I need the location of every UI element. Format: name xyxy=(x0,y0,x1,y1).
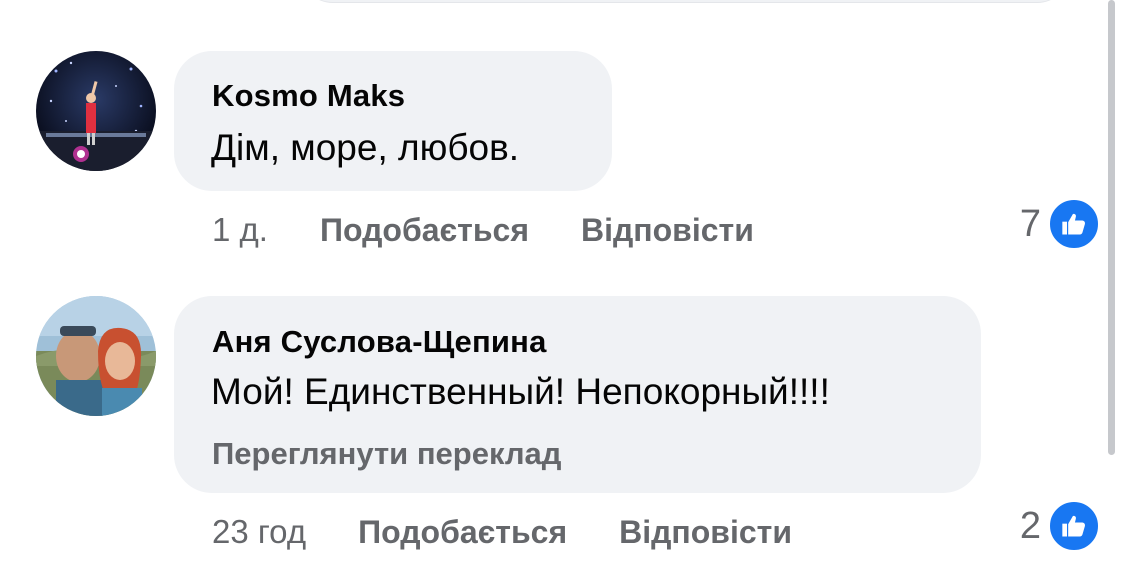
reaction-count: 2 xyxy=(1019,504,1041,547)
comment-text: Мой! Единственный! Непокорный!!!! xyxy=(211,371,830,412)
scrollbar[interactable] xyxy=(1108,0,1115,455)
comment-actions: 23 год Подобається Відповісти xyxy=(212,512,844,552)
comments-screen: Kosmo Maks Дім, море, любов. 1 д. Подоба… xyxy=(0,0,1125,581)
see-translation-link[interactable]: Переглянути переклад xyxy=(212,436,561,472)
like-thumb-icon xyxy=(1047,197,1101,251)
comment-actions: 1 д. Подобається Відповісти xyxy=(212,210,806,250)
reaction-summary[interactable]: 7 xyxy=(1019,197,1101,251)
reply-button[interactable]: Відповісти xyxy=(581,212,754,249)
reply-button[interactable]: Відповісти xyxy=(619,514,792,551)
previous-comment-bubble-edge xyxy=(300,0,1070,3)
reaction-count: 7 xyxy=(1019,202,1041,245)
comment-time[interactable]: 1 д. xyxy=(212,211,268,249)
comment-bubble: Kosmo Maks Дім, море, любов. xyxy=(174,51,612,191)
comment-author[interactable]: Аня Суслова-Щепина xyxy=(212,324,547,360)
like-thumb-icon xyxy=(1047,499,1101,553)
like-button[interactable]: Подобається xyxy=(358,514,567,551)
avatar[interactable] xyxy=(36,296,156,416)
comment-time[interactable]: 23 год xyxy=(212,513,306,551)
reaction-summary[interactable]: 2 xyxy=(1019,499,1101,553)
comment-author[interactable]: Kosmo Maks xyxy=(212,78,405,114)
comment-text: Дім, море, любов. xyxy=(211,127,520,168)
comment-bubble: Аня Суслова-Щепина Мой! Единственный! Не… xyxy=(174,296,981,493)
avatar[interactable] xyxy=(36,51,156,171)
like-button[interactable]: Подобається xyxy=(320,212,529,249)
